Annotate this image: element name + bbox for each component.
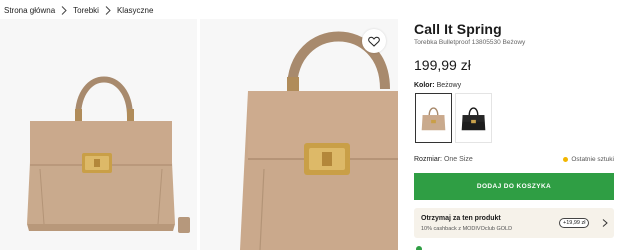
stock-status: Ostatnie sztuki xyxy=(563,156,614,163)
breadcrumb-classic[interactable]: Klasyczne xyxy=(117,6,153,15)
chevron-right-icon xyxy=(99,3,117,17)
favorite-button[interactable] xyxy=(362,29,386,53)
product-photo-front[interactable] xyxy=(0,19,197,250)
heart-icon xyxy=(368,36,380,47)
size-row: Rozmiar: One Size xyxy=(414,156,473,163)
product-price: 199,99 zł xyxy=(414,57,471,73)
color-row: Kolor: Beżowy xyxy=(414,82,461,89)
green-dot-icon xyxy=(416,246,422,250)
breadcrumb-home[interactable]: Strona główna xyxy=(4,6,55,15)
color-value: Beżowy xyxy=(436,82,462,89)
color-swatch-beige[interactable] xyxy=(415,93,452,143)
size-value: One Size xyxy=(443,156,473,163)
color-label: Kolor: xyxy=(414,82,435,89)
breadcrumb-handbags[interactable]: Torebki xyxy=(73,6,99,15)
stock-dot-icon xyxy=(563,157,569,162)
cashback-banner[interactable]: Otrzymaj za ten produkt 10% cashback z M… xyxy=(414,208,614,238)
product-brand[interactable]: Call It Spring xyxy=(414,21,502,37)
add-to-cart-button[interactable]: DODAJ DO KOSZYKA xyxy=(414,173,614,200)
product-subtitle: Torebka Bulletproof 13805530 Beżowy xyxy=(414,39,526,46)
cashback-title: Otrzymaj za ten produkt xyxy=(421,215,501,222)
cashback-subtitle: 10% cashback z MODIVOclub GOLD xyxy=(421,226,513,232)
product-photo-detail[interactable] xyxy=(200,19,398,250)
cashback-badge: +19,99 zł xyxy=(559,218,590,228)
color-swatch-black[interactable] xyxy=(455,93,492,143)
chevron-right-icon xyxy=(602,219,608,227)
product-gallery xyxy=(0,19,398,250)
chevron-right-icon xyxy=(55,3,73,17)
size-label: Rozmiar: xyxy=(414,156,443,163)
stock-status-text: Ostatnie sztuki xyxy=(571,156,614,163)
product-info-panel: Call It Spring Torebka Bulletproof 13805… xyxy=(414,19,614,250)
breadcrumb: Strona główna Torebki Klasyczne xyxy=(4,3,153,17)
next-section-stub xyxy=(414,246,614,250)
